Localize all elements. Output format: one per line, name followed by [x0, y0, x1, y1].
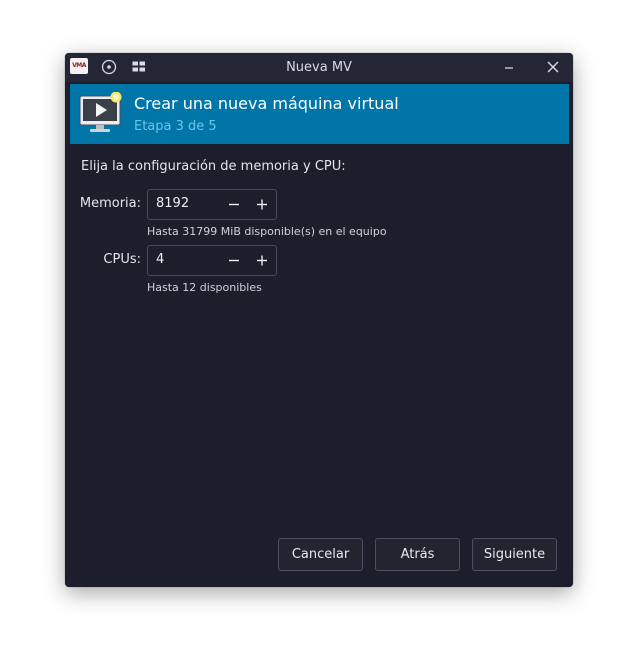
wizard-step: Etapa 3 de 5: [134, 119, 217, 134]
back-button[interactable]: Atrás: [375, 538, 460, 571]
memory-input[interactable]: 8192: [156, 196, 189, 211]
cpus-spinbox[interactable]: 4: [147, 245, 277, 276]
new-vm-dialog: VMA Nueva MV Crear una nueva máquina vir…: [65, 53, 573, 587]
wizard-banner: Crear una nueva máquina virtual Etapa 3 …: [70, 84, 569, 144]
cpus-input[interactable]: 4: [156, 252, 164, 267]
cpus-decrement-icon[interactable]: [220, 246, 248, 275]
memory-hint: Hasta 31799 MiB disponible(s) en el equi…: [147, 225, 387, 238]
cancel-button[interactable]: Cancelar: [278, 538, 363, 571]
window-title: Nueva MV: [286, 60, 352, 75]
memory-decrement-icon[interactable]: [220, 190, 248, 219]
next-button[interactable]: Siguiente: [472, 538, 557, 571]
new-vm-monitor-icon: [79, 91, 125, 134]
minimize-icon[interactable]: [498, 57, 520, 79]
memory-label: Memoria:: [79, 196, 141, 211]
config-prompt: Elija la configuración de memoria y CPU:: [81, 159, 346, 174]
cpus-increment-icon[interactable]: [248, 246, 276, 275]
title-bar[interactable]: VMA Nueva MV: [65, 53, 573, 82]
wizard-title: Crear una nueva máquina virtual: [134, 94, 399, 113]
cpus-hint: Hasta 12 disponibles: [147, 281, 262, 294]
close-icon[interactable]: [542, 57, 564, 79]
cpus-label: CPUs:: [103, 252, 141, 267]
memory-spinbox[interactable]: 8192: [147, 189, 277, 220]
memory-increment-icon[interactable]: [248, 190, 276, 219]
